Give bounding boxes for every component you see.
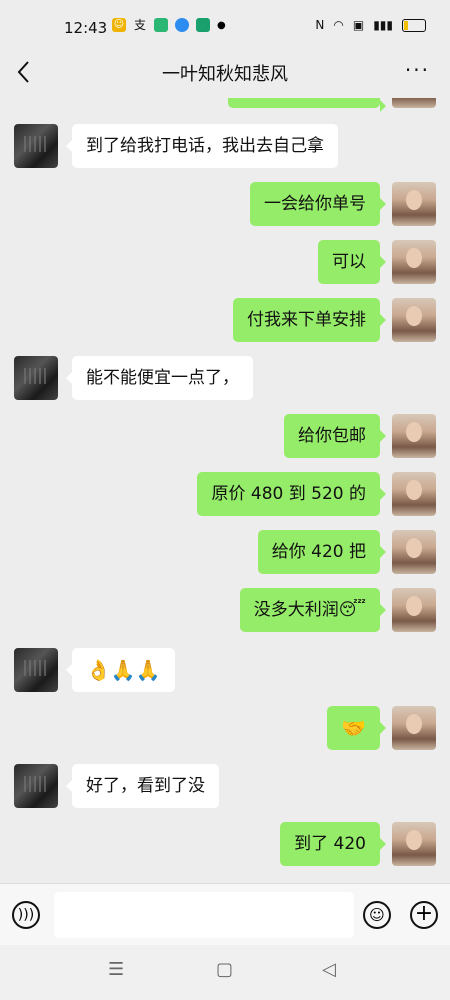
system-nav-bar: ☰ ▢ ◁ — [0, 945, 450, 1000]
battery-icon — [402, 18, 426, 32]
my-avatar[interactable] — [392, 822, 436, 866]
my-avatar[interactable] — [392, 240, 436, 284]
pay-notification-icon: 支 — [133, 18, 146, 32]
sim-icon: ▣ — [352, 18, 365, 32]
more-options-icon[interactable]: ··· — [405, 58, 430, 82]
notification-icons: ☺ 支 ● — [112, 18, 226, 32]
contact-avatar[interactable] — [14, 648, 58, 692]
my-avatar[interactable] — [392, 588, 436, 632]
my-avatar[interactable] — [392, 98, 436, 108]
message-row: 能不能便宜一点了， — [0, 356, 450, 402]
app-notification-icon: ☺ — [112, 18, 126, 32]
message-row: 可以 — [0, 240, 450, 286]
message-row: 🤝 — [0, 706, 450, 752]
my-avatar[interactable] — [392, 530, 436, 574]
message-row: 好了，看到了没 — [0, 764, 450, 810]
system-icons: N ◠ ▣ ▮▮▮ — [315, 18, 426, 32]
message-bubble[interactable]: 可以 — [318, 240, 386, 284]
home-nav-icon[interactable]: ▢ — [216, 959, 233, 980]
message-list[interactable]: 到了给我打电话，我出去自己拿 一会给你单号 可以 付我来下单安排 能不能便宜一点… — [0, 98, 450, 883]
plus-icon[interactable]: + — [410, 901, 438, 929]
my-avatar[interactable] — [392, 472, 436, 516]
my-avatar[interactable] — [392, 182, 436, 226]
signal-icon: ▮▮▮ — [373, 18, 393, 32]
my-avatar[interactable] — [392, 706, 436, 750]
message-bubble[interactable]: 👌🙏🙏 — [66, 648, 175, 692]
contact-avatar[interactable] — [14, 124, 58, 168]
message-row: 一会给你单号 — [0, 182, 450, 228]
my-avatar[interactable] — [392, 298, 436, 342]
wifi-icon: ◠ — [333, 18, 344, 32]
message-bubble[interactable]: 给你包邮 — [284, 414, 386, 458]
message-bubble[interactable]: 🤝 — [327, 706, 386, 750]
message-row: 给你 420 把 — [0, 530, 450, 576]
back-nav-icon[interactable]: ◁ — [322, 959, 336, 980]
message-bubble[interactable]: 到了给我打电话，我出去自己拿 — [66, 124, 338, 168]
message-bubble[interactable]: 好了，看到了没 — [66, 764, 219, 808]
message-bubble[interactable]: 能不能便宜一点了， — [66, 356, 253, 400]
emoji-icon[interactable]: ☺ — [363, 901, 391, 929]
message-bubble[interactable]: 没多大利润😴 — [239, 588, 387, 632]
status-time: 12:43 — [64, 19, 108, 37]
message-row: 没多大利润😴 — [0, 588, 450, 634]
app-notification-icon — [154, 18, 168, 32]
contact-avatar[interactable] — [14, 764, 58, 808]
message-bubble[interactable]: 付我来下单安排 — [233, 298, 386, 342]
my-avatar[interactable] — [392, 414, 436, 458]
app-notification-icon — [175, 18, 189, 32]
message-row: 付我来下单安排 — [0, 298, 450, 344]
chat-title: 一叶知秋知悲风 — [162, 64, 288, 85]
message-row: 到了 420 — [0, 822, 450, 868]
message-row: 给你包邮 — [0, 414, 450, 460]
message-row: 原价 480 到 520 的 — [0, 472, 450, 518]
message-bubble[interactable]: 到了 420 — [280, 822, 386, 866]
message-bubble[interactable]: 一会给你单号 — [250, 182, 386, 226]
message-input[interactable] — [54, 892, 354, 938]
message-row: 到了给我打电话，我出去自己拿 — [0, 124, 450, 170]
voice-input-icon[interactable]: ))) — [12, 901, 40, 929]
message-bubble-partial[interactable] — [228, 98, 386, 112]
more-notifications-dot: ● — [217, 19, 226, 31]
nfc-icon: N — [315, 18, 325, 32]
chat-header: 一叶知秋知悲风 ··· — [0, 48, 450, 98]
app-notification-icon — [196, 18, 210, 32]
message-row: 👌🙏🙏 — [0, 648, 450, 694]
menu-nav-icon[interactable]: ☰ — [108, 959, 124, 980]
contact-avatar[interactable] — [14, 356, 58, 400]
message-bubble[interactable]: 原价 480 到 520 的 — [197, 472, 386, 516]
input-bar: ))) ☺ + — [0, 883, 450, 946]
message-bubble[interactable]: 给你 420 把 — [257, 530, 387, 574]
